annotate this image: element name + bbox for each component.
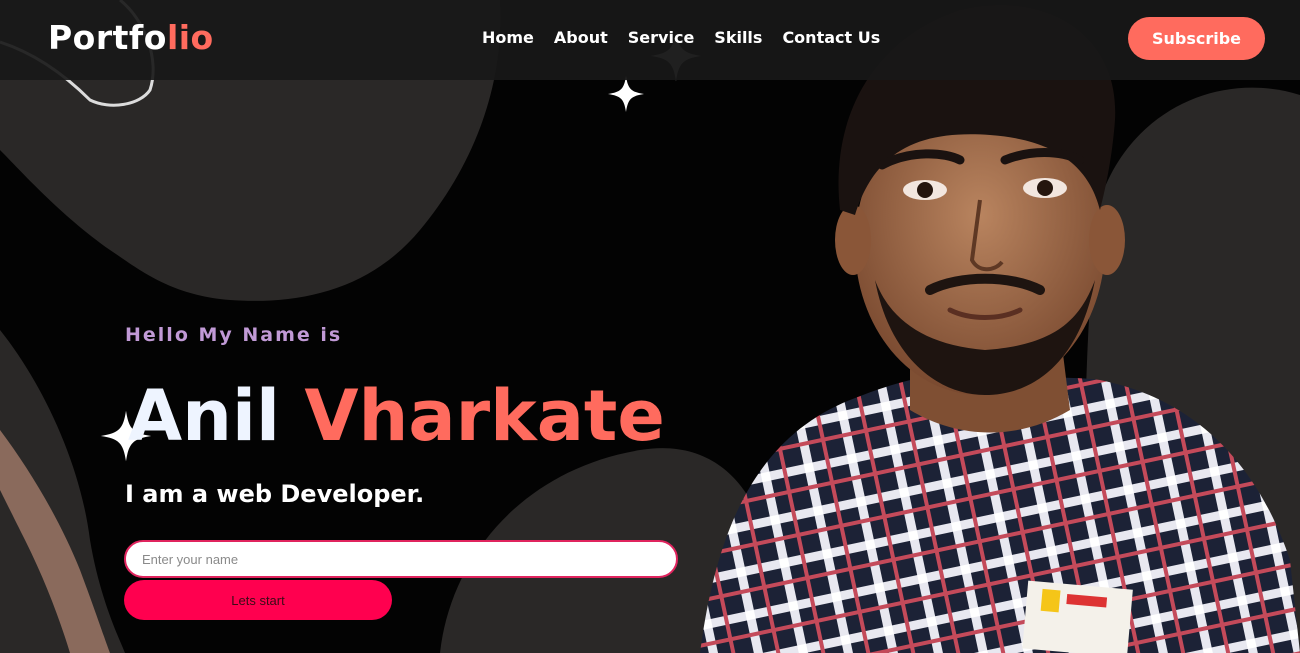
last-name: Vharkate <box>304 375 665 457</box>
greeting-text: Hello My Name is <box>125 324 343 346</box>
hero-page: Portfolio Home About Service Skills Cont… <box>0 0 1300 653</box>
subscribe-button[interactable]: Subscribe <box>1128 17 1265 60</box>
lets-start-button[interactable]: Lets start <box>124 580 392 620</box>
nav-about[interactable]: About <box>554 27 608 49</box>
sparkle-icon <box>608 76 644 112</box>
nav-service[interactable]: Service <box>628 27 695 49</box>
top-navbar: Portfolio Home About Service Skills Cont… <box>0 0 1300 80</box>
first-name: Anil <box>128 375 280 457</box>
nav-home[interactable]: Home <box>482 27 534 49</box>
site-logo[interactable]: Portfolio <box>48 18 214 58</box>
logo-text: Portfo <box>48 18 167 57</box>
nav-contact-us[interactable]: Contact Us <box>782 27 880 49</box>
logo-accent-text: lio <box>166 18 214 57</box>
portrait-photo <box>700 4 1300 653</box>
role-text: I am a web Developer. <box>125 480 425 508</box>
name-input[interactable] <box>124 540 678 578</box>
hero-name: Anil Vharkate <box>128 374 665 458</box>
nav-skills[interactable]: Skills <box>714 27 762 49</box>
main-nav: Home About Service Skills Contact Us <box>482 27 900 49</box>
